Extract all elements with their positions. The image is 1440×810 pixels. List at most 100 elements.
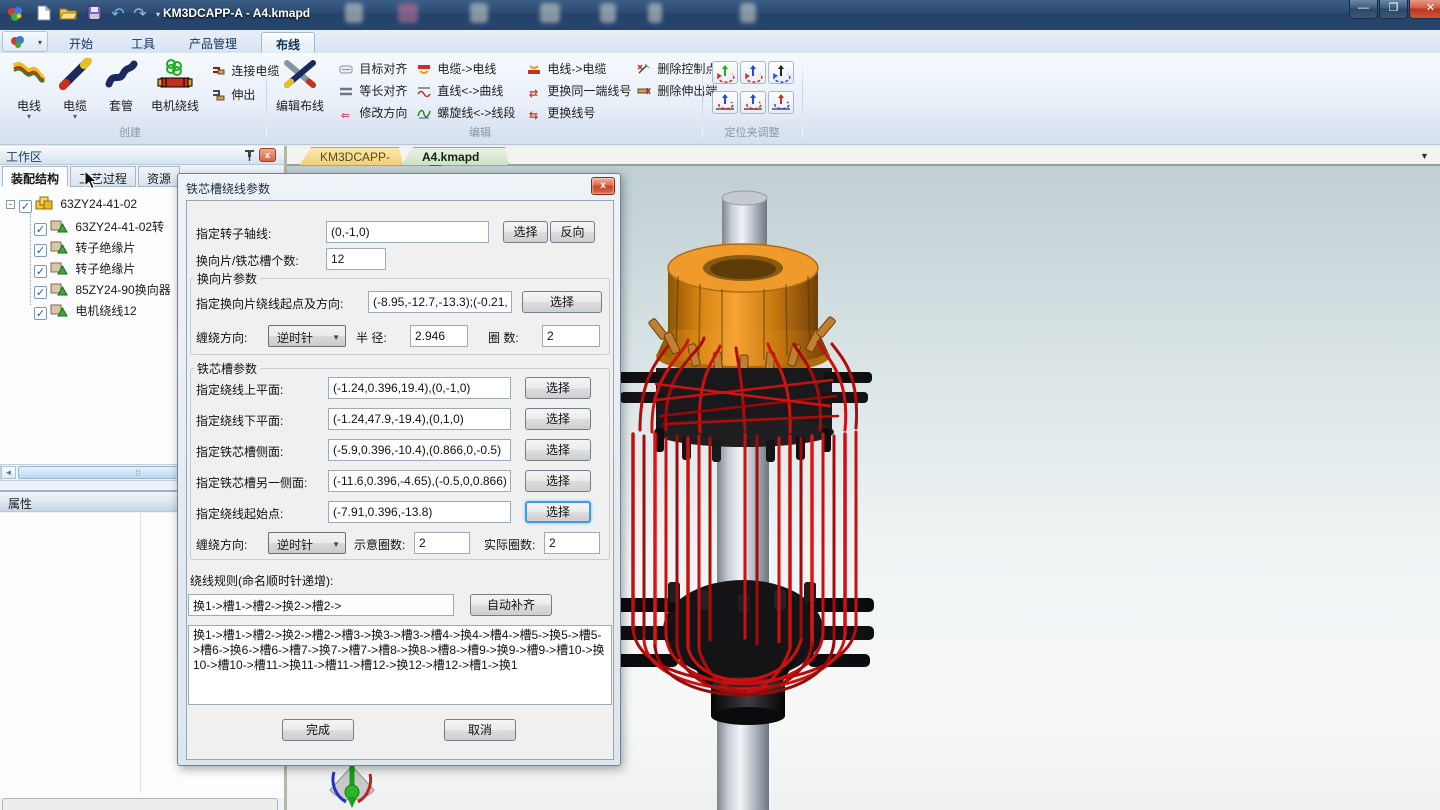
- ribbon-tab-routing[interactable]: 布线: [261, 32, 315, 53]
- checkbox-checked-icon[interactable]: ✓: [34, 244, 47, 257]
- clamp-adjust-button-6[interactable]: [768, 91, 794, 114]
- rule-input[interactable]: [188, 594, 454, 616]
- modify-direction-button[interactable]: ⇐ 修改方向: [336, 103, 409, 123]
- core-row-select-button[interactable]: 选择: [525, 408, 591, 430]
- bottom-collapsed-panel[interactable]: [2, 798, 278, 810]
- autofill-button[interactable]: 自动补齐: [470, 594, 552, 616]
- commutator-start-input[interactable]: [368, 291, 512, 313]
- tab-resources[interactable]: 资源: [138, 166, 180, 187]
- ribbon-tab-start[interactable]: 开始: [55, 32, 107, 53]
- motor-winding-icon: [157, 58, 193, 90]
- core-row-select-button[interactable]: 选择: [525, 377, 591, 399]
- save-icon[interactable]: [84, 5, 104, 25]
- ribbon: 电线 ▾ 电缆 ▾ 套管 电机绕线 连接电缆 伸出 创建: [0, 53, 1440, 145]
- replace-number-button[interactable]: ⇆ 更换线号: [524, 103, 597, 123]
- connect-cable-button[interactable]: 连接电缆: [208, 61, 281, 81]
- wire-button[interactable]: 电线 ▾: [6, 55, 52, 139]
- cancel-button[interactable]: 取消: [444, 719, 516, 741]
- clamp-adjust-button-3[interactable]: [768, 61, 794, 84]
- tab-process[interactable]: 工艺过程: [70, 166, 136, 187]
- checkbox-checked-icon[interactable]: ✓: [34, 286, 47, 299]
- tree-item[interactable]: ✓ 转子绝缘片: [34, 260, 135, 279]
- actual-turns-input[interactable]: [544, 532, 600, 554]
- group-separator: [802, 57, 803, 137]
- commutator-direction-select[interactable]: 逆时针▼: [268, 325, 346, 347]
- axis-select-button[interactable]: 选择: [503, 221, 548, 243]
- clamp-adjust-button-5[interactable]: [740, 91, 766, 114]
- application-window: ↶ ↷ ▾ KM3DCAPP-A - A4.kmapd — ❐ ✕ 开始 工具 …: [0, 0, 1440, 810]
- pin-icon[interactable]: [242, 148, 256, 165]
- wire-dropdown-icon[interactable]: ▾: [6, 114, 52, 120]
- count-input[interactable]: [326, 248, 386, 270]
- ribbon-tab-product[interactable]: 产品管理: [175, 32, 251, 53]
- clamp-adjust-button-4[interactable]: [712, 91, 738, 114]
- doc-tab-km3dcapp-a1[interactable]: KM3DCAPP-A1: [299, 147, 403, 166]
- core-row-select-button[interactable]: 选择: [525, 439, 591, 461]
- finish-button[interactable]: 完成: [282, 719, 354, 741]
- app-menu-button[interactable]: ▾: [2, 31, 48, 52]
- mouse-cursor: [84, 170, 100, 190]
- commutator-start-select-button[interactable]: 选择: [522, 291, 602, 313]
- cable-dropdown-icon[interactable]: ▾: [52, 114, 98, 120]
- dialog-close-button[interactable]: x: [591, 177, 615, 195]
- turns-label: 圈 数:: [488, 329, 519, 346]
- replace-same-end-button[interactable]: ⇄ 更换同一端线号: [524, 81, 633, 101]
- winding-sequence-textarea[interactable]: 换1->槽1->槽2->换2->槽2->槽3->换3->槽3->槽4->换4->…: [188, 625, 612, 705]
- doc-tab-a4-kmapd[interactable]: A4.kmapdx: [401, 147, 509, 166]
- checkbox-checked-icon[interactable]: ✓: [34, 307, 47, 320]
- app-menu-caret-icon: ▾: [38, 38, 42, 47]
- cable-to-wire-button[interactable]: 电缆->电线: [414, 59, 498, 79]
- clamp-adjust-button-2[interactable]: [740, 61, 766, 84]
- equal-align-button[interactable]: 等长对齐: [336, 81, 409, 101]
- axis-reverse-button[interactable]: 反向: [550, 221, 595, 243]
- wire-to-cable-button[interactable]: 电线->电缆: [524, 59, 608, 79]
- radius-input[interactable]: [410, 325, 468, 347]
- tree-item[interactable]: ✓ 85ZY24-90换向器: [34, 281, 171, 300]
- core-row-input[interactable]: [328, 408, 511, 430]
- panel-close-icon[interactable]: x: [259, 148, 276, 162]
- delete-control-point-button[interactable]: 删除控制点: [634, 59, 719, 79]
- tree-item[interactable]: ✓ 63ZY24-41-02转: [34, 218, 164, 237]
- checkbox-checked-icon[interactable]: ✓: [19, 200, 32, 213]
- ribbon-tab-tools[interactable]: 工具: [117, 32, 169, 53]
- demo-turns-input[interactable]: [414, 532, 470, 554]
- edit-group-label: 编辑: [440, 124, 520, 140]
- edit-routing-button[interactable]: 编辑布线: [272, 55, 328, 139]
- target-align-icon: [338, 64, 353, 77]
- cable-to-wire-icon: [416, 63, 431, 76]
- tree-item[interactable]: ✓ 转子绝缘片: [34, 239, 135, 258]
- sleeve-icon: [103, 58, 139, 90]
- checkbox-checked-icon[interactable]: ✓: [34, 223, 47, 236]
- new-document-icon[interactable]: [34, 5, 54, 25]
- helix-segment-button[interactable]: 螺旋线<->线段: [414, 103, 517, 123]
- delete-extend-end-button[interactable]: 删除伸出端: [634, 81, 719, 101]
- redo-icon[interactable]: ↷: [130, 5, 150, 25]
- open-folder-icon[interactable]: [58, 5, 78, 25]
- core-direction-select[interactable]: 逆时针▼: [268, 532, 346, 554]
- clamp-adjust-button-1[interactable]: [712, 61, 738, 84]
- close-button[interactable]: ✕: [1409, 0, 1440, 19]
- core-start-select-button[interactable]: 选择: [525, 501, 591, 523]
- collapse-icon[interactable]: -: [6, 200, 15, 209]
- minimize-button[interactable]: —: [1349, 0, 1378, 19]
- checkbox-checked-icon[interactable]: ✓: [34, 265, 47, 278]
- create-group-label: 创建: [90, 124, 170, 140]
- tree-root[interactable]: -✓ 63ZY24-41-02: [6, 196, 137, 215]
- axis-input[interactable]: [326, 221, 489, 243]
- core-row-input[interactable]: [328, 439, 511, 461]
- tab-assembly-structure[interactable]: 装配结构: [2, 166, 68, 187]
- core-row-input[interactable]: [328, 470, 511, 492]
- scroll-left-icon[interactable]: ◄: [1, 466, 16, 479]
- target-align-button[interactable]: 目标对齐: [336, 59, 409, 79]
- core-row-input[interactable]: [328, 501, 511, 523]
- turns-input[interactable]: [542, 325, 600, 347]
- undo-icon[interactable]: ↶: [108, 5, 128, 25]
- core-row-select-button[interactable]: 选择: [525, 470, 591, 492]
- maximize-button[interactable]: ❐: [1379, 0, 1408, 19]
- extend-button[interactable]: 伸出: [208, 85, 257, 105]
- titlebar-glass-artifact: [600, 3, 616, 23]
- tree-item[interactable]: ✓ 电机绕线12: [34, 302, 137, 321]
- tab-list-dropdown-icon[interactable]: ▼: [1420, 151, 1429, 161]
- line-curve-button[interactable]: 直线<->曲线: [414, 81, 505, 101]
- core-row-input[interactable]: [328, 377, 511, 399]
